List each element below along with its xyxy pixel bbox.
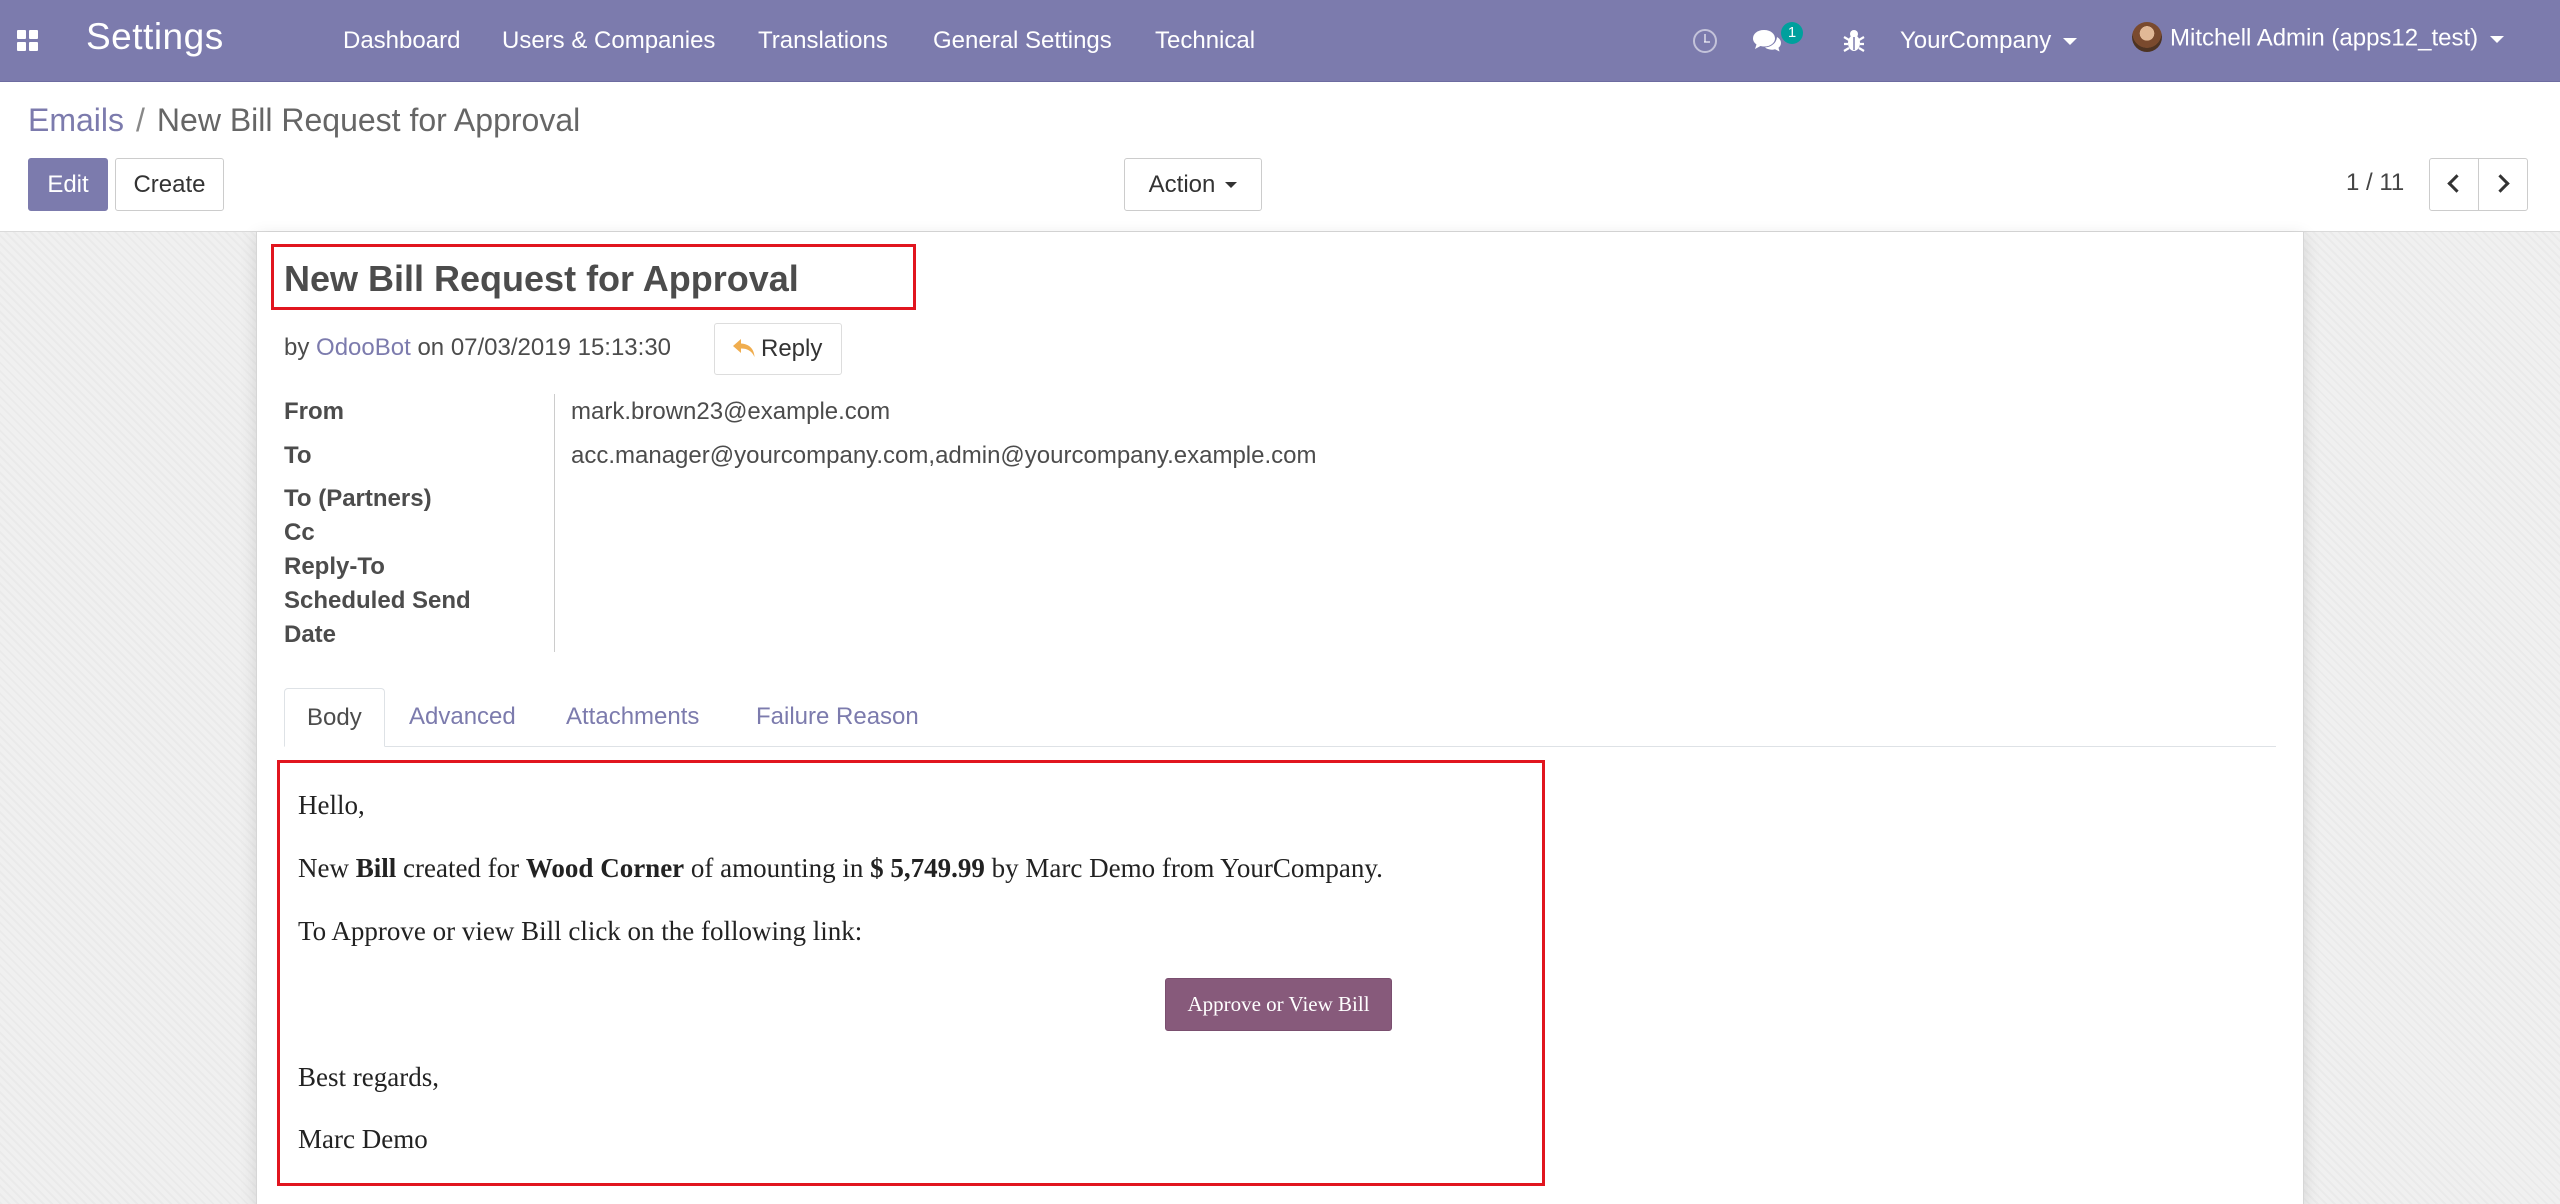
cc-label: Cc	[284, 519, 315, 546]
tab-failure-reason[interactable]: Failure Reason	[734, 688, 941, 747]
email-date: 07/03/2019 15:13:30	[450, 334, 672, 361]
messages-count-badge: 1	[1781, 22, 1803, 44]
app-title[interactable]: Settings	[86, 16, 224, 58]
from-label: From	[284, 398, 344, 425]
avatar	[2132, 22, 2162, 52]
line-of-amounting-in: of amounting in	[690, 853, 864, 883]
line-amount: $ 5,749.99	[870, 853, 985, 883]
user-menu[interactable]: Mitchell Admin (apps12_test)	[2132, 22, 2505, 54]
pager-previous-button[interactable]	[2429, 158, 2479, 211]
pager-next-button[interactable]	[2478, 158, 2528, 211]
body-signature: Marc Demo	[298, 1124, 428, 1154]
breadcrumb-separator: /	[136, 102, 145, 138]
author-line: by OdooBot on 07/03/2019 15:13:30	[284, 334, 671, 362]
tab-body[interactable]: Body	[284, 688, 385, 747]
by-prefix: by	[284, 334, 310, 361]
field-separator	[554, 394, 555, 652]
to-partners-label: To (Partners)	[284, 485, 432, 512]
action-dropdown-button[interactable]: Action	[1124, 158, 1262, 211]
company-switcher[interactable]: YourCompany	[1900, 27, 2078, 55]
chevron-down-icon	[2490, 35, 2505, 43]
breadcrumb: Emails / New Bill Request for Approval	[28, 102, 580, 139]
to-label: To	[284, 442, 312, 469]
body-regards: Best regards,	[298, 1062, 439, 1092]
menu-item-technical[interactable]: Technical	[1155, 27, 1255, 55]
activity-clock-icon[interactable]	[1693, 29, 1717, 53]
on-prefix: on	[417, 334, 445, 361]
user-name: Mitchell Admin (apps12_test)	[2170, 24, 2479, 52]
edit-button[interactable]: Edit	[28, 158, 108, 211]
apps-menu-icon[interactable]	[17, 30, 39, 52]
scheduled-date-label: Date	[284, 621, 337, 648]
action-label: Action	[1148, 170, 1216, 198]
menu-item-general-settings[interactable]: General Settings	[933, 27, 1112, 55]
line-vendor: Wood Corner	[525, 853, 685, 883]
menu-item-translations[interactable]: Translations	[758, 27, 888, 55]
menu-item-dashboard[interactable]: Dashboard	[343, 27, 460, 55]
menu-item-users-companies[interactable]: Users & Companies	[502, 27, 715, 55]
debug-bug-icon[interactable]	[1841, 28, 1867, 54]
reply-button[interactable]: Reply	[714, 323, 842, 375]
line-bill: Bill	[355, 853, 397, 883]
company-name: YourCompany	[1900, 27, 2052, 54]
to-value: acc.manager@yourcompany.com,admin@yourco…	[571, 442, 1317, 469]
body-instruction: To Approve or view Bill click on the fol…	[298, 916, 863, 946]
tab-advanced[interactable]: Advanced	[387, 688, 538, 747]
subject-highlight-box	[271, 244, 916, 310]
scheduled-send-label: Scheduled Send	[284, 587, 471, 614]
line-rest: by Marc Demo from YourCompany.	[991, 853, 1383, 883]
reply-label: Reply	[761, 335, 823, 362]
chat-icon[interactable]	[1752, 28, 1782, 54]
tab-attachments[interactable]: Attachments	[544, 688, 721, 747]
line-new: New	[298, 853, 349, 883]
reply-icon	[733, 339, 755, 357]
chevron-right-icon	[2491, 174, 2510, 193]
line-created-for: created for	[403, 853, 520, 883]
chevron-left-icon	[2447, 174, 2466, 193]
from-value: mark.brown23@example.com	[571, 398, 891, 425]
breadcrumb-emails-link[interactable]: Emails	[28, 102, 124, 138]
author-link[interactable]: OdooBot	[316, 334, 411, 361]
body-greeting: Hello,	[298, 790, 365, 820]
pager-value[interactable]: 1 / 11	[2346, 169, 2404, 197]
body-highlight-box	[277, 760, 1545, 1186]
approve-or-view-bill-button[interactable]: Approve or View Bill	[1165, 978, 1392, 1031]
chevron-down-icon	[2063, 38, 2078, 46]
create-button[interactable]: Create	[115, 158, 224, 211]
main-navbar: Settings Dashboard Users & Companies Tra…	[0, 0, 2560, 82]
breadcrumb-current: New Bill Request for Approval	[156, 102, 581, 138]
control-panel: Emails / New Bill Request for Approval Edi…	[0, 82, 2560, 232]
reply-to-label: Reply-To	[284, 553, 385, 580]
body-bill-line: New Bill created for Wood Corner of amou…	[298, 853, 1383, 884]
chevron-down-icon	[1225, 182, 1238, 189]
